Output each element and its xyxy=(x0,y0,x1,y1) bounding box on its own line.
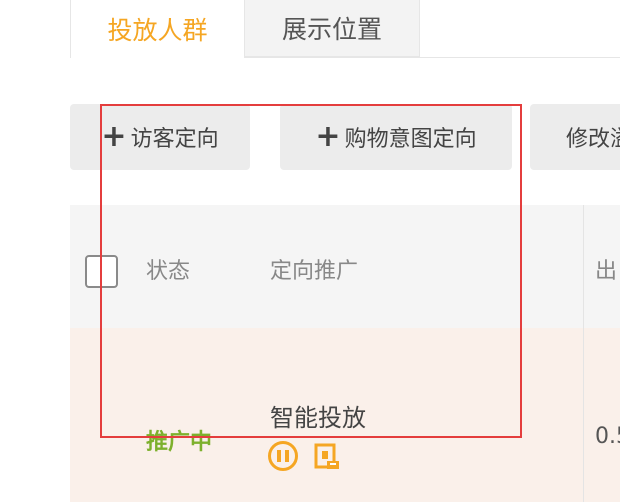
tab-audience[interactable]: 投放人群 xyxy=(70,0,245,58)
tab-audience-label: 投放人群 xyxy=(107,16,208,45)
pause-circle-icon[interactable] xyxy=(268,441,298,471)
plus-icon: + xyxy=(101,119,127,154)
modify-premium-button[interactable]: 修改溢 xyxy=(530,104,620,170)
tab-placement[interactable]: 展示位置 xyxy=(245,0,420,57)
column-header-exposure: 出 xyxy=(595,259,618,284)
table-header: 状态 定向推广 出 xyxy=(70,205,620,328)
status-badge: 推广中 xyxy=(146,430,213,455)
tab-placement-label: 展示位置 xyxy=(281,15,382,44)
add-shopping-intent-button[interactable]: + 购物意图定向 xyxy=(280,104,512,170)
tab-bar: 投放人群 展示位置 xyxy=(0,0,620,58)
report-icon[interactable] xyxy=(312,441,342,471)
add-shopping-intent-label: 购物意图定向 xyxy=(344,127,477,152)
add-visitor-targeting-label: 访客定向 xyxy=(130,127,219,152)
column-header-status: 状态 xyxy=(146,259,191,284)
targeting-table: 状态 定向推广 出 推广中 智能投放 0.5 xyxy=(70,205,620,502)
row-actions xyxy=(268,440,342,472)
column-divider xyxy=(583,205,584,502)
table-row: 推广中 智能投放 0.5 xyxy=(70,328,620,502)
add-visitor-targeting-button[interactable]: + 访客定向 xyxy=(70,104,250,170)
plus-icon: + xyxy=(315,119,341,154)
modify-premium-label: 修改溢 xyxy=(566,127,620,152)
column-header-targeting: 定向推广 xyxy=(270,259,359,284)
exposure-value: 0.5 xyxy=(595,424,620,449)
select-all-checkbox[interactable] xyxy=(85,255,118,288)
targeting-name: 智能投放 xyxy=(270,404,366,432)
